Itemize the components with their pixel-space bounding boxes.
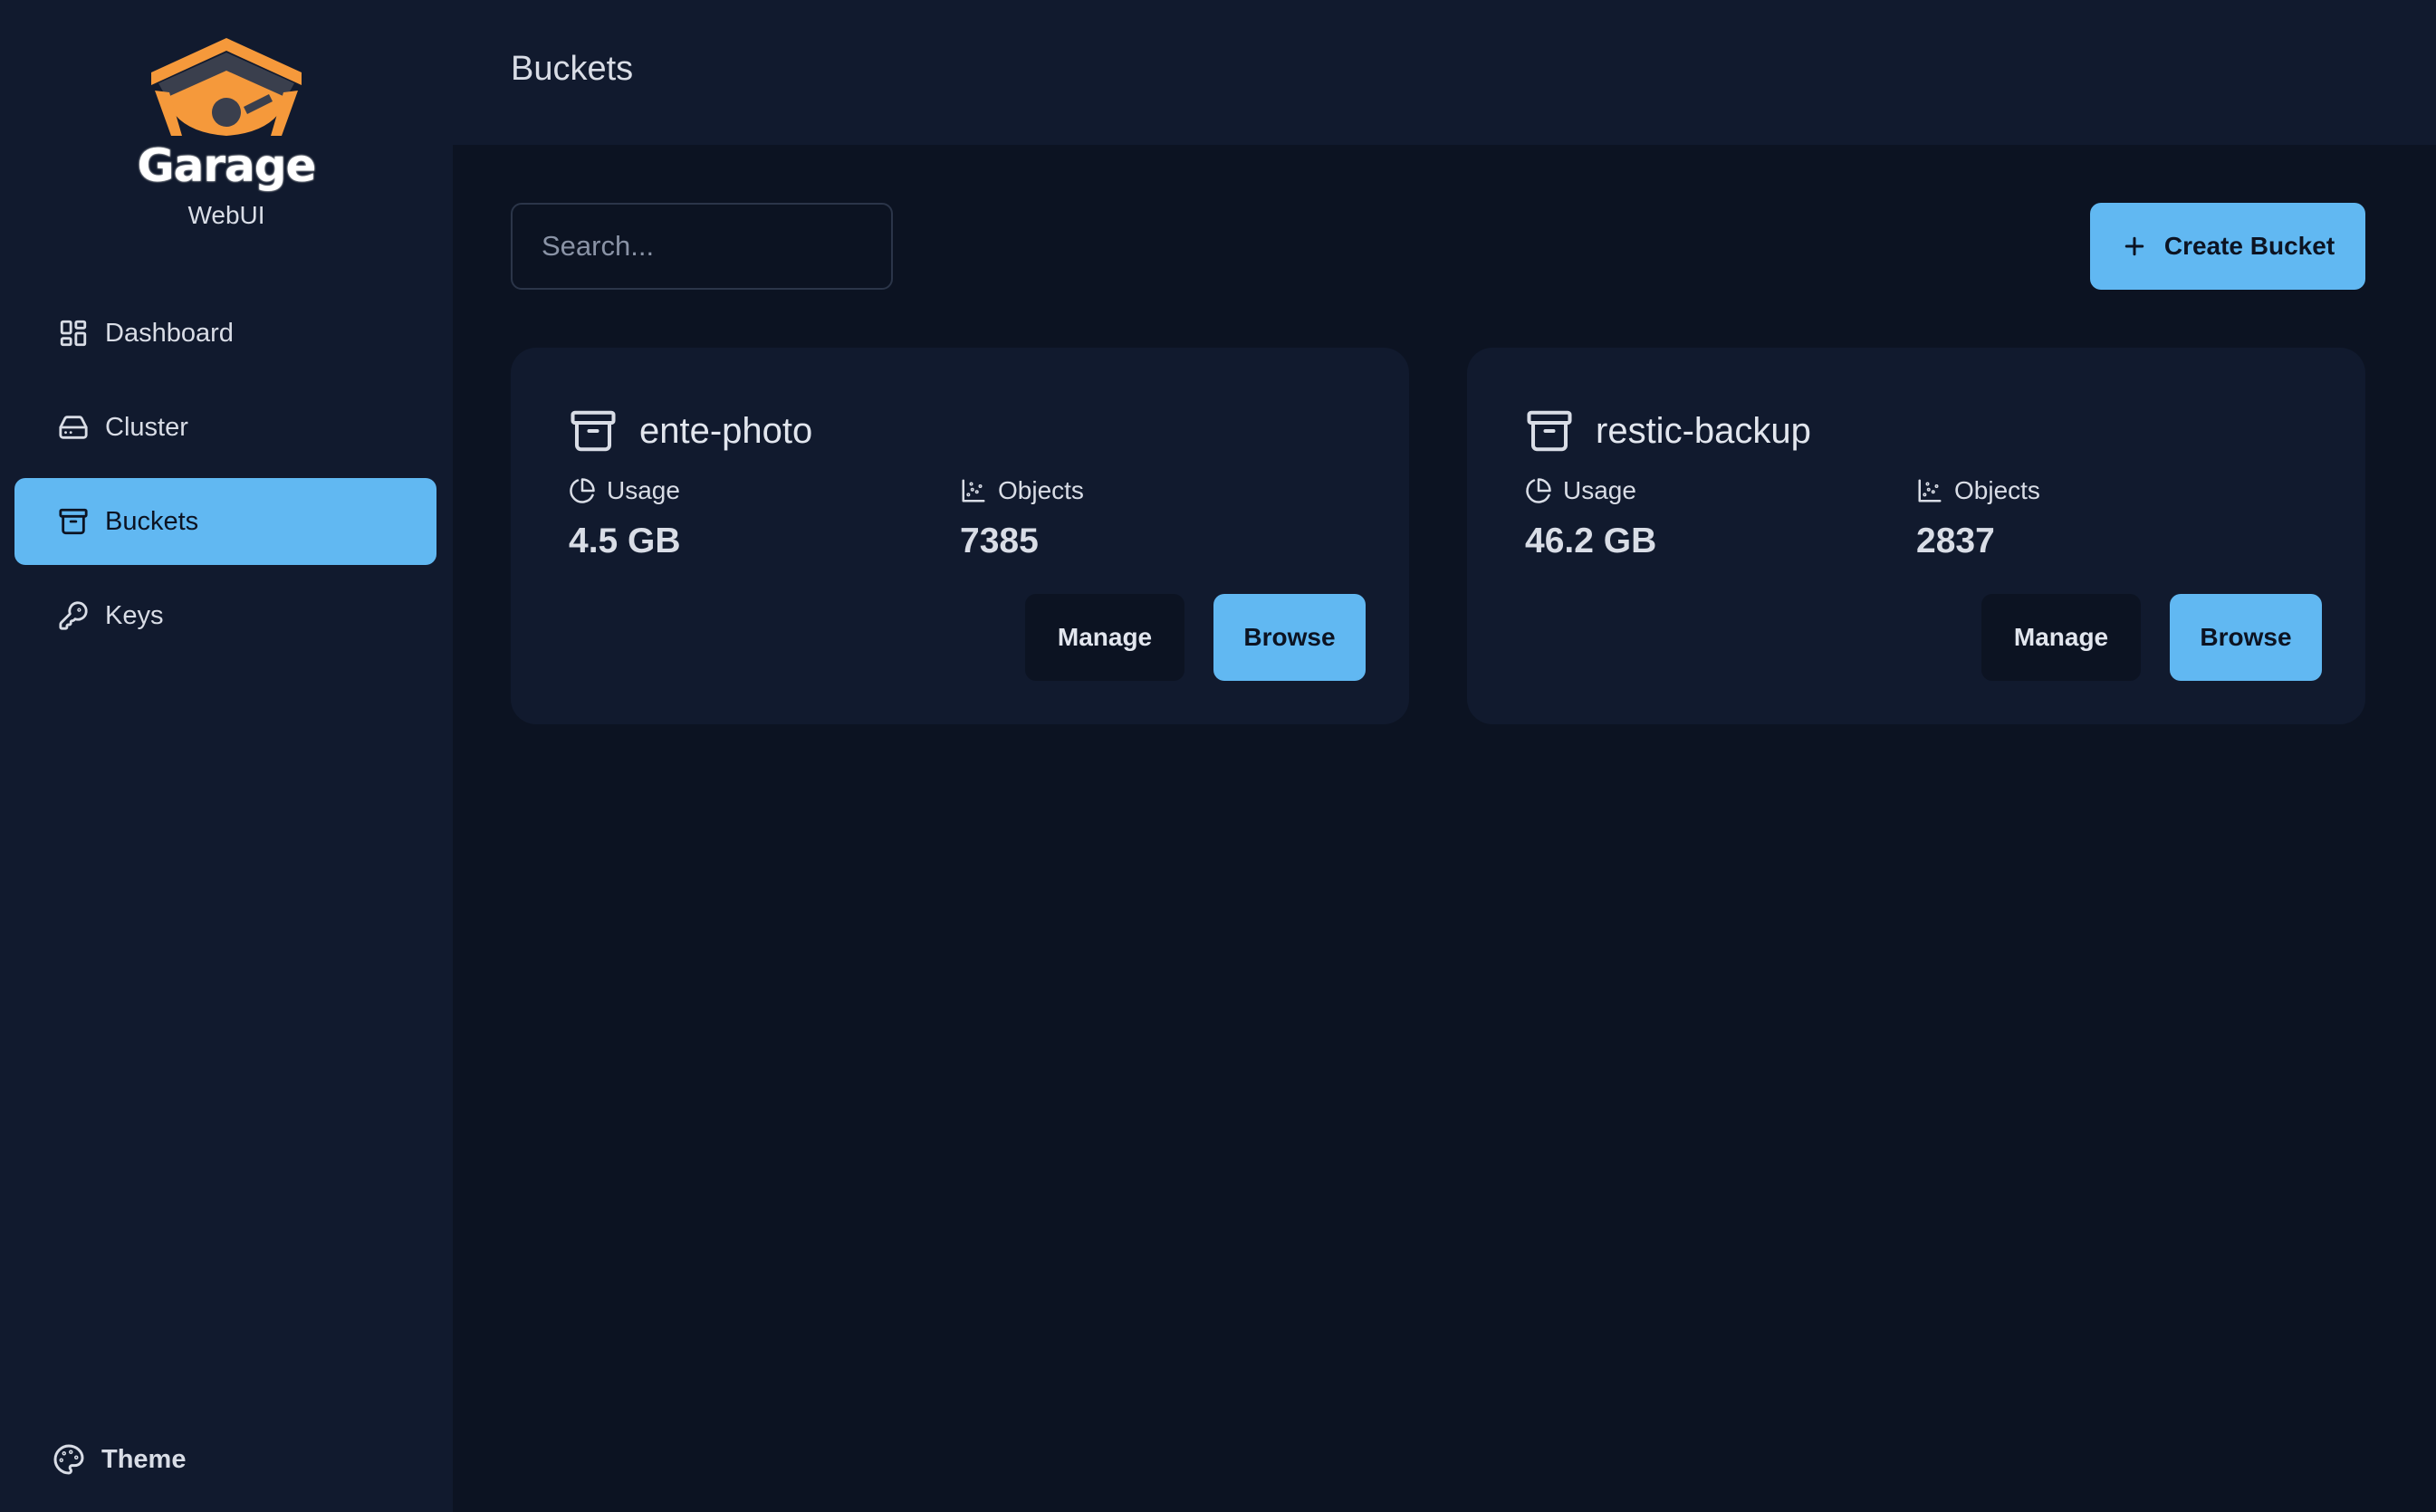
sidebar: Garage WebUI Dashboard Cluster Buckets K… (0, 0, 453, 1512)
scatter-chart-icon (960, 477, 987, 504)
usage-label: Usage (1563, 476, 1636, 504)
bucket-stats: Usage 46.2 GB Objects 2837 (1525, 476, 2307, 561)
bucket-card-header: restic-backup (1525, 406, 2307, 456)
objects-label: Objects (1954, 476, 2040, 504)
usage-label: Usage (607, 476, 680, 504)
usage-label-row: Usage (1525, 476, 1916, 505)
palette-icon (53, 1443, 85, 1476)
sidebar-nav: Dashboard Cluster Buckets Keys (14, 290, 436, 666)
sidebar-item-label: Keys (105, 600, 164, 630)
bucket-card: restic-backup Usage 46.2 GB Objects 2837… (1467, 348, 2365, 724)
manage-button[interactable]: Manage (1981, 594, 2141, 681)
brand-name: Garage (136, 139, 318, 194)
bucket-card: ente-photo Usage 4.5 GB Objects 7385 Man… (511, 348, 1409, 724)
manage-button[interactable]: Manage (1025, 594, 1184, 681)
plus-icon (2121, 233, 2148, 260)
bucket-actions: Manage Browse (1025, 594, 1366, 681)
brand: Garage WebUI (0, 34, 453, 230)
page-title: Buckets (511, 49, 634, 88)
objects-value: 2837 (1916, 522, 1995, 560)
objects-value: 7385 (960, 522, 1039, 560)
create-bucket-button[interactable]: Create Bucket (2090, 203, 2365, 290)
bucket-actions: Manage Browse (1981, 594, 2322, 681)
archive-icon (569, 407, 618, 455)
sidebar-item-label: Dashboard (105, 318, 234, 348)
bucket-name: ente-photo (639, 410, 813, 451)
usage-label-row: Usage (569, 476, 960, 505)
objects-label: Objects (998, 476, 1084, 504)
sidebar-item-dashboard[interactable]: Dashboard (14, 290, 436, 377)
bucket-name: restic-backup (1596, 410, 1811, 451)
objects-label-row: Objects (1916, 476, 2307, 505)
bucket-stats: Usage 4.5 GB Objects 7385 (569, 476, 1351, 561)
scatter-chart-icon (1916, 477, 1943, 504)
bucket-card-header: ente-photo (569, 406, 1351, 456)
archive-icon (58, 506, 89, 537)
main-content: Buckets Create Bucket ente-photo (453, 0, 2436, 1512)
objects-stat: Objects 2837 (1916, 476, 2307, 561)
archive-icon (1525, 407, 1574, 455)
theme-label: Theme (101, 1444, 187, 1474)
sidebar-item-keys[interactable]: Keys (14, 572, 436, 659)
brand-subtitle: WebUI (187, 201, 265, 229)
key-icon (58, 600, 89, 631)
browse-button[interactable]: Browse (2170, 594, 2322, 681)
bucket-list: ente-photo Usage 4.5 GB Objects 7385 Man… (511, 348, 2365, 724)
page-header: Buckets (453, 0, 2436, 145)
usage-stat: Usage 46.2 GB (1525, 476, 1916, 561)
sidebar-item-label: Buckets (105, 506, 199, 536)
app-root: Garage WebUI Dashboard Cluster Buckets K… (0, 0, 2436, 1512)
sidebar-item-label: Cluster (105, 412, 188, 442)
sidebar-item-cluster[interactable]: Cluster (14, 384, 436, 471)
usage-stat: Usage 4.5 GB (569, 476, 960, 561)
usage-value: 4.5 GB (569, 522, 681, 560)
search-input[interactable] (511, 203, 893, 290)
sidebar-item-buckets[interactable]: Buckets (14, 478, 436, 565)
theme-toggle[interactable]: Theme (53, 1443, 186, 1476)
objects-label-row: Objects (960, 476, 1351, 505)
usage-value: 46.2 GB (1525, 522, 1657, 560)
browse-button[interactable]: Browse (1213, 594, 1366, 681)
pie-chart-icon (569, 477, 596, 504)
garage-logo-icon (151, 38, 302, 136)
objects-stat: Objects 7385 (960, 476, 1351, 561)
pie-chart-icon (1525, 477, 1552, 504)
dashboard-icon (58, 318, 89, 349)
hard-drive-icon (58, 412, 89, 443)
create-bucket-label: Create Bucket (2163, 232, 2335, 260)
